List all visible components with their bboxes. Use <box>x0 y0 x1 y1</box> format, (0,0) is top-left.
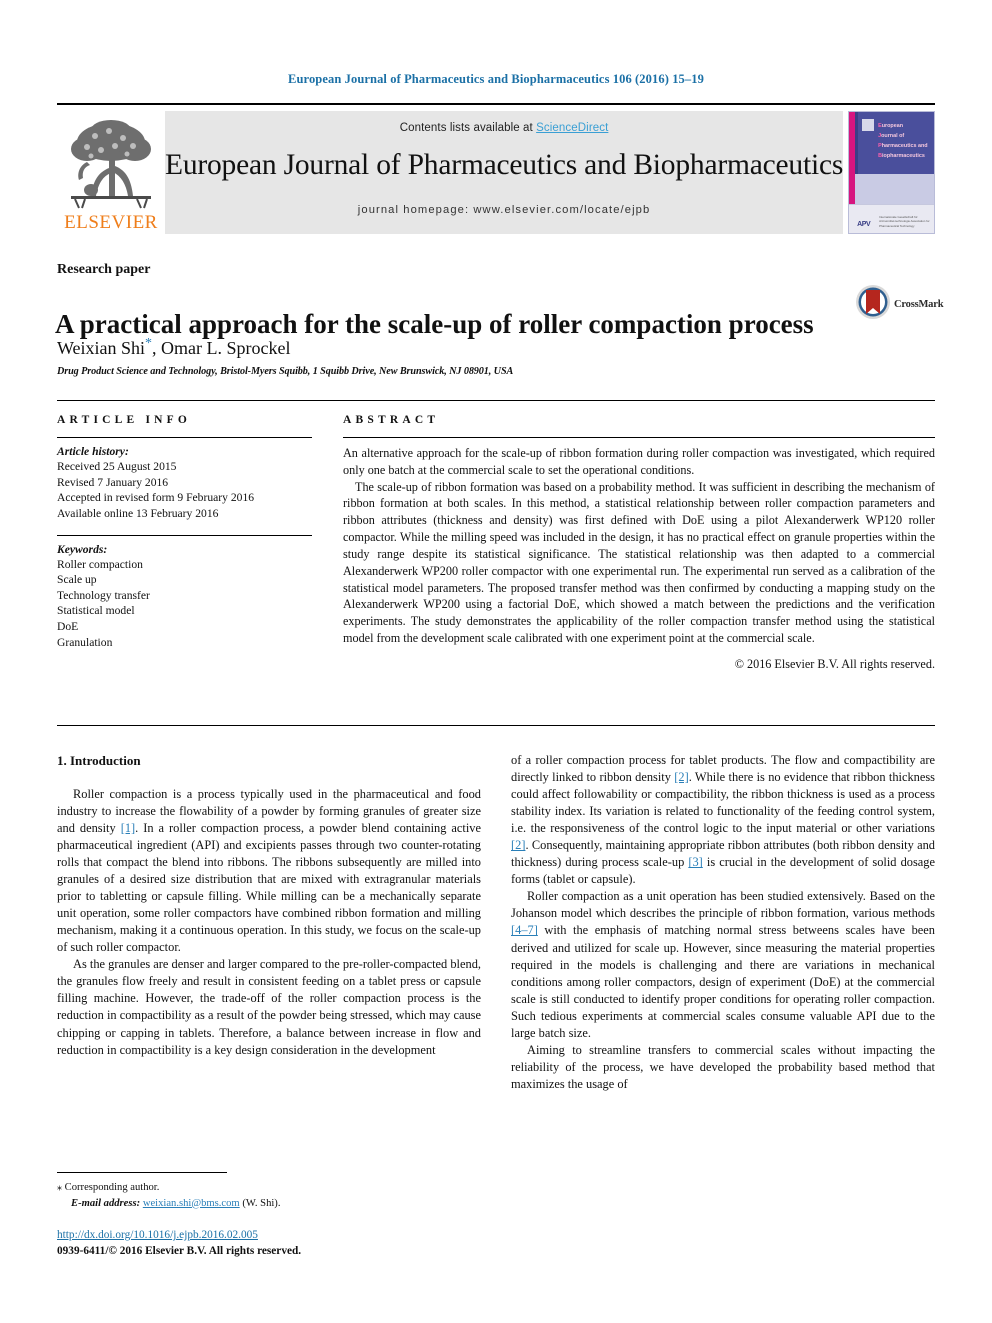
masthead-center: Contents lists available at ScienceDirec… <box>165 111 843 234</box>
apv-logo: APV <box>857 221 871 228</box>
article-history-label: Article history: <box>57 445 129 458</box>
asterisk-icon: ⁎ <box>57 1182 62 1193</box>
history-item: Received 25 August 2015 <box>57 460 177 473</box>
crossmark-label: CrossMark <box>894 298 944 310</box>
contents-lists-line: Contents lists available at ScienceDirec… <box>400 122 609 134</box>
cover-emblem-icon <box>862 119 875 131</box>
abstract-copyright: © 2016 Elsevier B.V. All rights reserved… <box>734 656 935 671</box>
author-list: Weixian Shi*, Omar L. Sprockel <box>57 336 291 359</box>
history-item: Available online 13 February 2016 <box>57 506 219 520</box>
keyword-item: Scale up <box>57 573 97 587</box>
citation-ref-1[interactable]: [1] <box>121 821 135 835</box>
body-paragraph: As the granules are denser and larger co… <box>57 957 481 1057</box>
journal-title: European Journal of Pharmaceutics and Bi… <box>165 149 844 181</box>
body-column-right: of a roller compaction process for table… <box>511 752 935 1093</box>
keyword-item: DoE <box>57 620 79 634</box>
email-link[interactable]: weixian.shi@bms.com <box>143 1198 240 1209</box>
author-affiliation: Drug Product Science and Technology, Bri… <box>57 366 514 377</box>
abstract-bottom-rule <box>57 725 935 726</box>
author-rest: , Omar L. Sprockel <box>152 338 291 358</box>
body-column-left: 1. Introduction Roller compaction is a p… <box>57 752 481 1059</box>
elsevier-logo: ELSEVIER <box>57 111 165 234</box>
running-head: European Journal of Pharmaceutics and Bi… <box>288 72 704 86</box>
keywords-label: Keywords: <box>57 542 108 556</box>
journal-masthead: ELSEVIER Contents lists available at Sci… <box>57 103 936 235</box>
keyword-item: Technology transfer <box>57 588 150 602</box>
keyword-item: Roller compaction <box>57 557 143 571</box>
citation-ref-3[interactable]: [3] <box>688 855 702 869</box>
footnote-rule <box>57 1172 227 1173</box>
article-info-block: ARTICLE INFO Article history: Received 2… <box>57 414 312 650</box>
section-heading-introduction: 1. Introduction <box>57 753 141 768</box>
keyword-item: Granulation <box>57 635 113 649</box>
keyword-item: Statistical model <box>57 604 135 618</box>
abstract-block: ABSTRACT An alternative approach for the… <box>343 414 935 672</box>
corresponding-author-note: ⁎ Corresponding author. <box>57 1180 481 1196</box>
contents-prefix: Contents lists available at <box>399 122 537 134</box>
history-item: Accepted in revised form 9 February 2016 <box>57 491 255 505</box>
citation-ref-4-7[interactable]: [4–7] <box>511 923 538 937</box>
abstract-paragraph: An alternative approach for the scale-up… <box>343 446 935 477</box>
citation-ref-2b[interactable]: [2] <box>511 838 525 852</box>
elsevier-tree-icon <box>65 116 157 212</box>
crossmark-icon <box>855 284 891 325</box>
issn-copyright: 0939-6411/© 2016 Elsevier B.V. All right… <box>57 1244 302 1257</box>
corresponding-author-text: Corresponding author. <box>64 1182 160 1193</box>
article-type: Research paper <box>57 262 151 277</box>
body-paragraph: of a roller compaction process for table… <box>511 753 935 887</box>
doi-block: http://dx.doi.org/10.1016/j.ejpb.2016.02… <box>57 1228 557 1260</box>
body-paragraph: Aiming to streamline transfers to commer… <box>511 1042 935 1091</box>
abstract-heading: ABSTRACT <box>343 414 440 426</box>
corresponding-author-marker: * <box>145 336 153 351</box>
sciencedirect-link[interactable]: ScienceDirect <box>536 122 608 134</box>
email-suffix: (W. Shi). <box>242 1197 281 1209</box>
apv-subtitle: Internationale Gesellschaft für Arzneimi… <box>879 214 930 228</box>
email-label: E-mail address: <box>71 1197 141 1209</box>
email-note: E-mail address: weixian.shi@bms.com (W. … <box>57 1196 481 1211</box>
footnote-block: ⁎ Corresponding author. E-mail address: … <box>57 1180 481 1211</box>
history-item: Revised 7 January 2016 <box>57 475 169 489</box>
author-first: Weixian Shi <box>57 338 146 358</box>
elsevier-wordmark: ELSEVIER <box>64 212 158 233</box>
body-paragraph: Roller compaction as a unit operation ha… <box>511 889 935 1040</box>
abstract-paragraph: The scale-up of ribbon formation was bas… <box>343 479 935 646</box>
body-paragraph: Roller compaction is a process typically… <box>57 786 481 955</box>
journal-cover-thumbnail[interactable]: European Journal of Pharmaceutics and Bi… <box>843 111 936 234</box>
article-page: European Journal of Pharmaceutics and Bi… <box>0 0 992 1323</box>
abstract-top-rule <box>57 400 935 401</box>
article-info-heading: ARTICLE INFO <box>57 414 192 426</box>
crossmark-badge[interactable]: CrossMark <box>855 283 945 325</box>
journal-homepage-link[interactable]: journal homepage: www.elsevier.com/locat… <box>358 204 651 216</box>
citation-ref-2[interactable]: [2] <box>674 770 688 784</box>
doi-link[interactable]: http://dx.doi.org/10.1016/j.ejpb.2016.02… <box>57 1229 258 1241</box>
